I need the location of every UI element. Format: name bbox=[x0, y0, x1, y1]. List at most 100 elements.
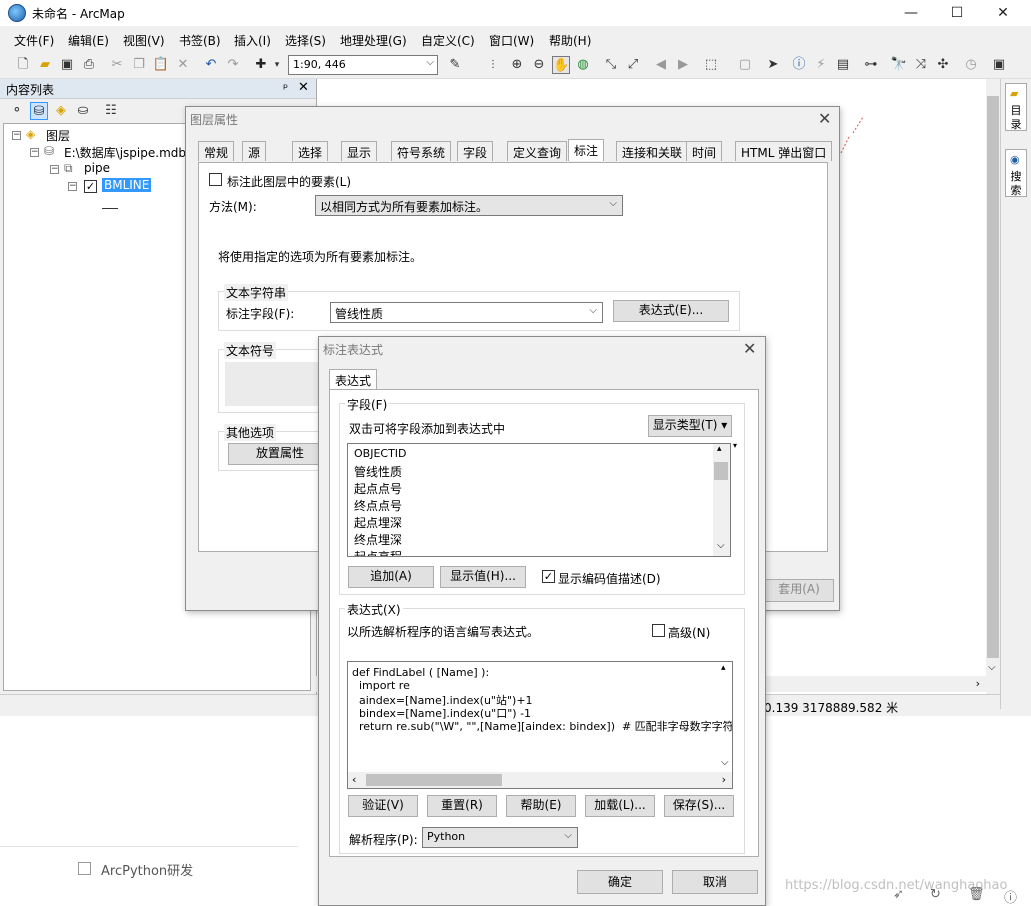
tab-joins-relates[interactable]: 连接和关联 bbox=[616, 141, 689, 161]
ok-button[interactable]: 确定 bbox=[577, 870, 663, 894]
tab-time[interactable]: 时间 bbox=[686, 141, 723, 161]
show-types-button[interactable]: 显示类型(T) ▾ bbox=[648, 415, 732, 437]
expression-editor[interactable]: def FindLabel ( [Name] ): import re aind… bbox=[347, 661, 733, 789]
arcpython-checkbox[interactable] bbox=[78, 862, 91, 875]
paste-icon[interactable]: 📋 bbox=[152, 56, 170, 74]
chevron-down-icon[interactable]: ⌵ bbox=[589, 305, 597, 316]
tab-html-popup[interactable]: HTML 弹出窗口 bbox=[735, 141, 833, 161]
pan-icon[interactable]: ✋ bbox=[552, 56, 570, 74]
scroll-up-icon[interactable]: ▴ bbox=[717, 444, 722, 454]
time-slider-icon[interactable]: ◷ bbox=[962, 56, 980, 74]
save-icon[interactable]: ▣ bbox=[58, 56, 76, 74]
cut-icon[interactable]: ✂ bbox=[108, 56, 126, 74]
pin-icon[interactable]: ᵖ bbox=[283, 81, 288, 95]
scroll-up-icon[interactable]: ▴ bbox=[721, 663, 726, 673]
scroll-left-icon[interactable]: ‹ bbox=[352, 773, 356, 786]
show-values-button[interactable]: 显示值(H)... bbox=[440, 566, 526, 588]
chevron-down-icon[interactable]: ⌵ bbox=[564, 830, 572, 841]
collapse-icon[interactable]: − bbox=[12, 131, 21, 140]
measure-icon[interactable]: ⊶ bbox=[862, 56, 880, 74]
info-icon[interactable]: ⓘ bbox=[1004, 887, 1017, 906]
catalog-tab[interactable]: ▰ 目录 bbox=[1005, 83, 1027, 131]
field-item[interactable]: 管线性质 bbox=[354, 463, 402, 480]
reset-button[interactable]: 重置(R) bbox=[427, 795, 497, 817]
menu-selection[interactable]: 选择(S) bbox=[285, 32, 326, 49]
collapse-icon[interactable]: − bbox=[30, 148, 39, 157]
scroll-right-icon[interactable]: › bbox=[722, 773, 726, 786]
menu-help[interactable]: 帮助(H) bbox=[549, 32, 591, 49]
options-icon[interactable]: ☷ bbox=[102, 102, 120, 120]
save-button[interactable]: 保存(S)... bbox=[664, 795, 734, 817]
field-list-scrollbar[interactable]: ▴ ⌵ bbox=[713, 444, 730, 556]
scroll-thumb[interactable] bbox=[366, 774, 502, 786]
tab-display[interactable]: 显示 bbox=[341, 141, 378, 161]
tab-labels[interactable]: 标注 bbox=[568, 139, 605, 161]
identify-icon[interactable]: ⓘ bbox=[790, 56, 808, 74]
copy-icon[interactable]: ❐ bbox=[130, 56, 148, 74]
find-route-icon[interactable]: ⤨ bbox=[912, 56, 930, 74]
select-elements-icon[interactable]: ➤ bbox=[764, 56, 782, 74]
close-icon[interactable]: ✕ bbox=[818, 109, 831, 128]
field-item[interactable]: 终点埋深 bbox=[354, 531, 402, 548]
menu-insert[interactable]: 插入(I) bbox=[234, 32, 271, 49]
cancel-button[interactable]: 取消 bbox=[672, 870, 758, 894]
collapse-icon[interactable]: − bbox=[68, 182, 77, 191]
hyperlink-icon[interactable]: ⚡ bbox=[812, 56, 830, 74]
scroll-down-icon[interactable]: ⌵ bbox=[717, 540, 725, 551]
help-button[interactable]: 帮助(E) bbox=[506, 795, 576, 817]
tree-dataset[interactable]: pipe bbox=[84, 161, 110, 175]
text-symbol-preview[interactable] bbox=[225, 362, 333, 406]
scroll-thumb[interactable] bbox=[714, 462, 728, 480]
refresh-icon[interactable]: ↻ bbox=[930, 887, 941, 902]
menu-bookmarks[interactable]: 书签(B) bbox=[179, 32, 221, 49]
full-extent-icon[interactable]: ◍ bbox=[574, 56, 592, 74]
tab-fields[interactable]: 字段 bbox=[457, 141, 494, 161]
scroll-down-icon[interactable]: ⌵ bbox=[988, 662, 996, 673]
tab-symbology[interactable]: 符号系统 bbox=[391, 141, 452, 161]
rocket-icon[interactable]: ➶ bbox=[893, 887, 904, 902]
parser-select[interactable]: Python ⌵ bbox=[422, 827, 578, 848]
verify-button[interactable]: 验证(V) bbox=[348, 795, 418, 817]
redo-icon[interactable]: ↷ bbox=[224, 56, 242, 74]
chevron-down-icon[interactable]: ⌵ bbox=[426, 57, 434, 68]
label-field-select[interactable]: 管线性质 ⌵ bbox=[330, 302, 603, 323]
delete-icon[interactable]: ✕ bbox=[174, 56, 192, 74]
collapse-icon[interactable]: − bbox=[50, 165, 59, 174]
list-by-visibility-icon[interactable]: ◈ bbox=[52, 102, 70, 120]
field-list[interactable]: OBJECTID 管线性质 起点点号 终点点号 起点埋深 终点埋深 起点高程 ▴… bbox=[347, 443, 731, 557]
show-coded-values-checkbox[interactable]: ✓ bbox=[542, 570, 555, 583]
layer-visibility-checkbox[interactable]: ✓ bbox=[84, 180, 97, 193]
field-item[interactable]: 起点埋深 bbox=[354, 514, 402, 531]
list-by-drawing-order-icon[interactable]: ⚬ bbox=[8, 102, 26, 120]
list-by-selection-icon[interactable]: ⛀ bbox=[74, 102, 92, 120]
placement-properties-button[interactable]: 放置属性 bbox=[228, 443, 332, 465]
label-features-checkbox[interactable] bbox=[209, 173, 222, 186]
add-field-button[interactable]: 追加(A) bbox=[348, 566, 434, 588]
apply-button[interactable]: 套用(A) bbox=[764, 579, 834, 602]
editor-toolbar-icon[interactable]: ✎ bbox=[446, 56, 464, 74]
menu-customize[interactable]: 自定义(C) bbox=[421, 32, 475, 49]
menu-edit[interactable]: 编辑(E) bbox=[68, 32, 109, 49]
expression-button[interactable]: 表达式(E)... bbox=[613, 300, 729, 322]
close-icon[interactable]: ✕ bbox=[743, 339, 756, 358]
menu-file[interactable]: 文件(F) bbox=[14, 32, 54, 49]
scroll-right-icon[interactable]: › bbox=[976, 677, 980, 690]
search-tab[interactable]: ◉ 搜索 bbox=[1005, 149, 1027, 197]
zoom-in-icon[interactable]: ⊕ bbox=[508, 56, 526, 74]
field-item[interactable]: 起点点号 bbox=[354, 480, 402, 497]
go-back-icon[interactable]: ◀ bbox=[652, 56, 670, 74]
find-icon[interactable]: 🔭 bbox=[890, 56, 908, 74]
toolbar-overflow-icon[interactable]: ▣ bbox=[990, 56, 1008, 74]
close-button[interactable]: ✕ bbox=[980, 0, 1026, 26]
list-options-icon[interactable]: ▾ bbox=[733, 441, 737, 450]
tab-general[interactable]: 常规 bbox=[198, 141, 235, 161]
add-data-dropdown-icon[interactable]: ▾ bbox=[268, 56, 286, 74]
chevron-down-icon[interactable]: ⌵ bbox=[609, 198, 617, 209]
field-item[interactable]: OBJECTID bbox=[354, 447, 407, 460]
field-item[interactable]: 终点点号 bbox=[354, 497, 402, 514]
tree-root-layers[interactable]: 图层 bbox=[46, 127, 70, 144]
fixed-zoom-in-icon[interactable]: ⤡ bbox=[602, 56, 620, 74]
editor-horizontal-scrollbar[interactable]: ‹ › bbox=[348, 772, 732, 788]
advanced-checkbox[interactable] bbox=[652, 624, 665, 637]
open-folder-icon[interactable]: ▰ bbox=[36, 56, 54, 74]
